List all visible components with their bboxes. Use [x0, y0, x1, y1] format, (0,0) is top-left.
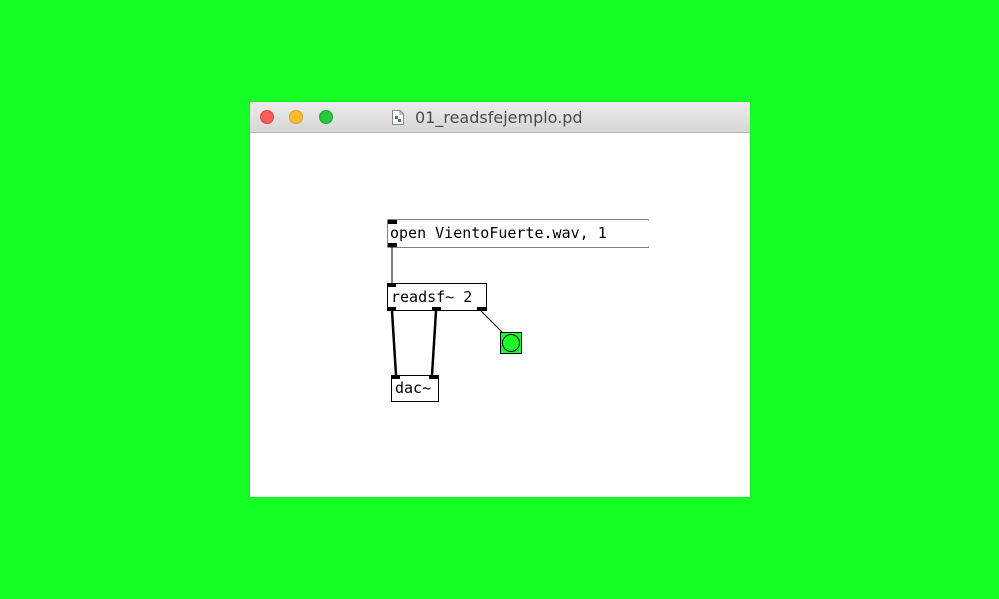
patch-canvas[interactable]: open VientoFuerte.wav, 1 readsf~ 2 dac~	[250, 133, 750, 497]
pd-document-icon	[392, 109, 404, 125]
patch-cords	[387, 219, 650, 376]
readsf-outlet-done[interactable]	[477, 307, 486, 311]
zoom-button[interactable]	[319, 110, 333, 124]
window-title-group: 01_readsfejemplo.pd	[392, 107, 583, 127]
dac-inlet-left[interactable]	[391, 375, 400, 379]
minimize-button[interactable]	[289, 110, 303, 124]
cord-readsf-done-to-bang	[480, 310, 504, 334]
open-message-box[interactable]: open VientoFuerte.wav, 1	[388, 220, 648, 247]
patch-window: 01_readsfejemplo.pd open VientoFuerte.wa…	[250, 102, 750, 497]
message-inlet[interactable]	[388, 220, 397, 224]
readsf-object-text: readsf~ 2	[391, 288, 473, 306]
readsf-outlet-right[interactable]	[432, 307, 441, 311]
message-outlet[interactable]	[388, 243, 397, 247]
close-button[interactable]	[260, 110, 274, 124]
readsf-inlet[interactable]	[387, 283, 396, 287]
bang-button[interactable]	[500, 332, 522, 354]
cord-readsf-right-to-dac	[430, 310, 438, 376]
bang-circle-icon	[502, 334, 520, 352]
dac-inlet-right[interactable]	[429, 375, 438, 379]
cord-readsf-left-to-dac	[390, 310, 398, 376]
dac-object[interactable]: dac~	[391, 375, 439, 402]
dac-object-text: dac~	[395, 379, 432, 397]
readsf-object[interactable]: readsf~ 2	[387, 283, 487, 311]
title-bar[interactable]: 01_readsfejemplo.pd	[250, 102, 750, 133]
readsf-outlet-left[interactable]	[387, 307, 396, 311]
window-title: 01_readsfejemplo.pd	[415, 107, 583, 127]
open-message-text: open VientoFuerte.wav, 1	[390, 224, 607, 242]
